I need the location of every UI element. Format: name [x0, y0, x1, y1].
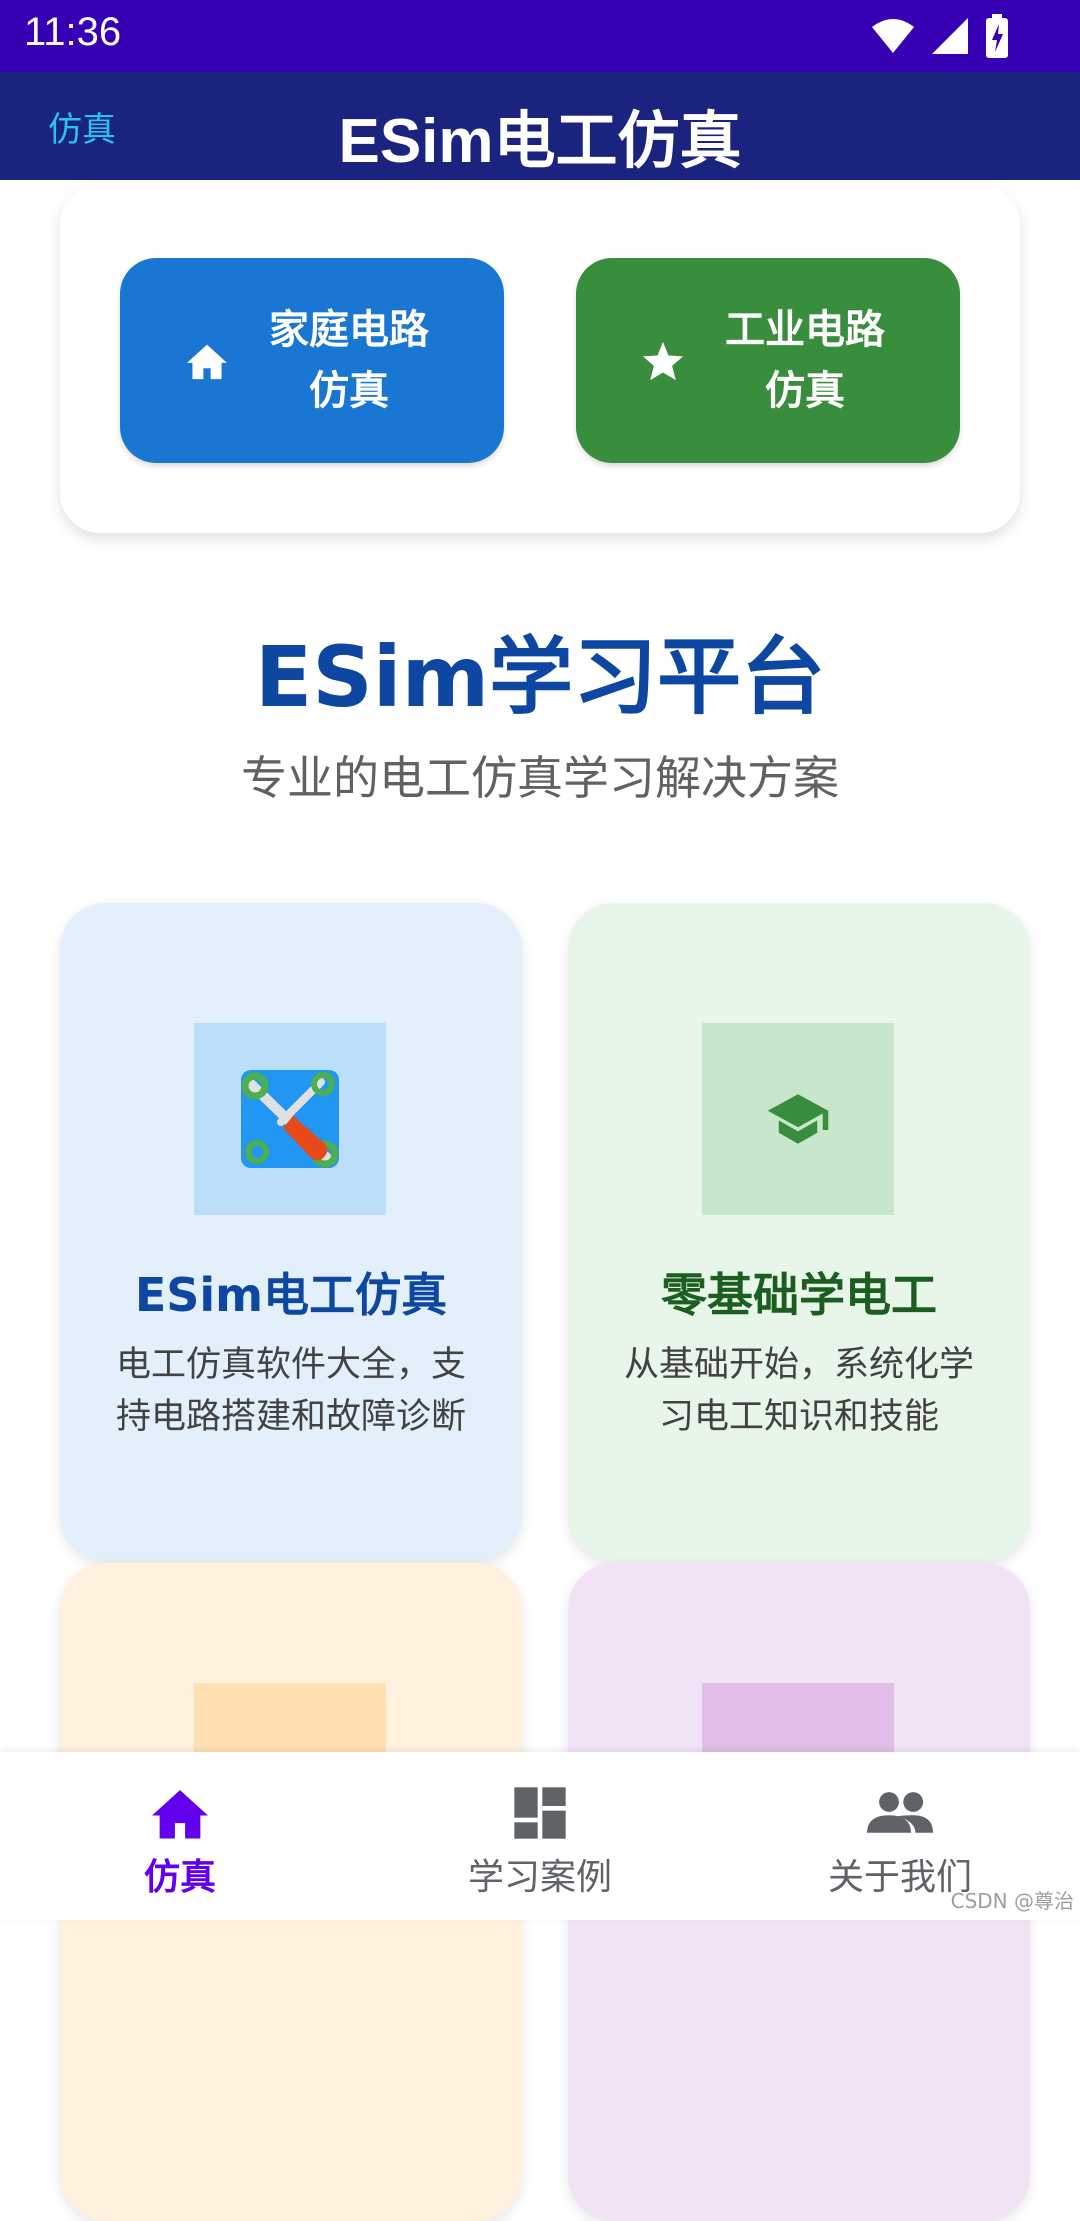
- home-icon: [187, 344, 227, 379]
- nav-label: 学习案例: [467, 1857, 612, 1898]
- status-icons: [870, 12, 1010, 60]
- status-time: 11:36: [24, 10, 122, 54]
- watermark: CSDN @尊治: [950, 1889, 1074, 1913]
- industrial-circuit-sim-button[interactable]: 工业电路 仿真: [576, 258, 960, 463]
- platform-title: ESim学习平台: [254, 628, 826, 726]
- people-icon: [867, 1792, 933, 1833]
- tools-icon: [241, 1070, 339, 1168]
- feature-card-basics[interactable]: 零基础学电工 从基础开始，系统化学习电工知识和技能: [568, 903, 1030, 1561]
- home-icon: [152, 1790, 208, 1839]
- feature-card-desc: 从基础开始，系统化学习电工知识和技能: [623, 1345, 974, 1437]
- status-bar: 11:36: [0, 0, 1080, 72]
- battery-icon: [986, 14, 1008, 58]
- star-icon: [642, 341, 684, 380]
- feature-card-title: 零基础学电工: [661, 1268, 937, 1322]
- platform-subtitle: 专业的电工仿真学习解决方案: [241, 751, 839, 805]
- feature-card-title: ESim电工仿真: [134, 1268, 448, 1322]
- simulation-card: 家庭电路 仿真 工业电路 仿真: [60, 185, 1020, 533]
- home-circuit-sim-button[interactable]: 家庭电路 仿真: [120, 258, 504, 463]
- signal-icon: [932, 18, 968, 54]
- nav-item-cases[interactable]: 学习案例: [360, 1752, 720, 1920]
- industrial-circuit-sim-label: 工业电路 仿真: [725, 306, 885, 414]
- nav-item-simulation[interactable]: 仿真: [0, 1752, 360, 1920]
- graduation-cap-icon: [767, 1094, 829, 1144]
- nav-label: 仿真: [143, 1857, 216, 1898]
- app-toolbar: 仿真 ESim电工仿真: [0, 72, 1080, 180]
- page-title: ESim电工仿真: [338, 107, 742, 176]
- wifi-icon: [872, 19, 914, 53]
- feature-card-esim[interactable]: ESim电工仿真 电工仿真软件大全，支持电路搭建和故障诊断: [60, 903, 522, 1561]
- home-circuit-sim-label: 家庭电路 仿真: [269, 306, 429, 414]
- bottom-navigation: 仿真 学习案例 关于我们 CSDN @尊治: [0, 1752, 1080, 1920]
- feature-icon-box: [702, 1023, 894, 1215]
- dashboard-icon: [514, 1787, 566, 1839]
- feature-card-desc: 电工仿真软件大全，支持电路搭建和故障诊断: [115, 1345, 466, 1437]
- feature-icon-box: [194, 1023, 386, 1215]
